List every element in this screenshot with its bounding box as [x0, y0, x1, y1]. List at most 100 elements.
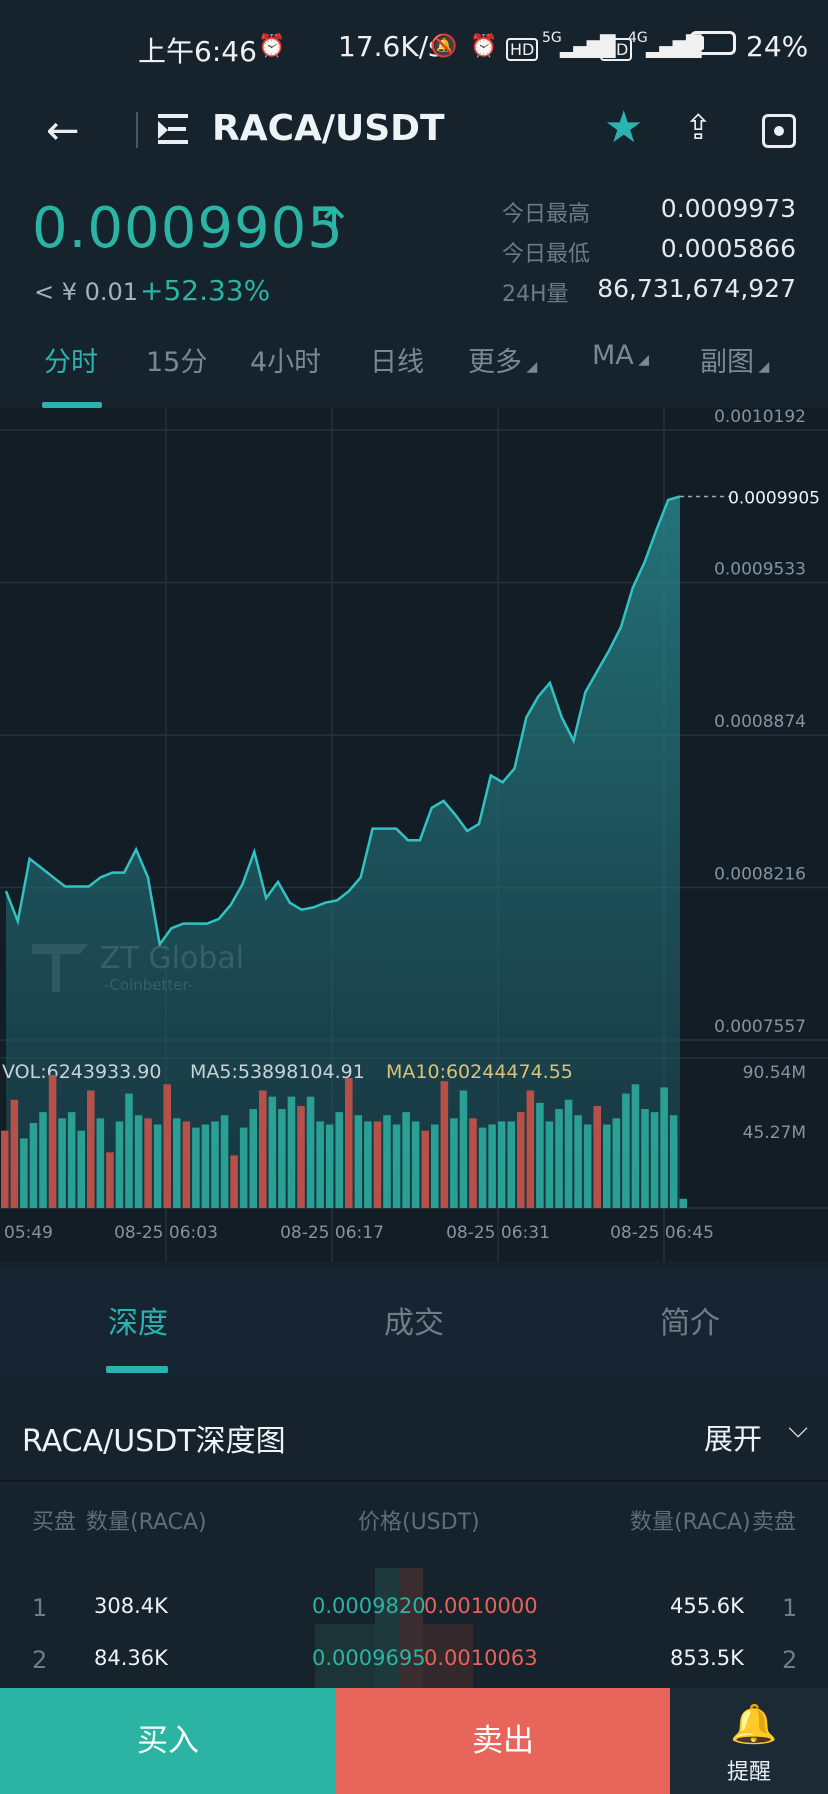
tab-daily[interactable]: 日线	[370, 340, 424, 379]
battery-percent: 24%	[746, 30, 809, 63]
volume-bar	[364, 1121, 372, 1208]
volume-bar	[622, 1093, 630, 1208]
tab-depth[interactable]: 深度	[108, 1298, 168, 1342]
volume-bar	[373, 1121, 382, 1208]
volume-bar	[201, 1124, 210, 1208]
tab-more[interactable]: 更多 ◢	[468, 340, 537, 379]
volume-bar	[459, 1090, 468, 1208]
caret-icon: ◢	[633, 352, 649, 368]
watermark-brand: ZT Global	[100, 941, 244, 976]
volume-bar	[450, 1118, 458, 1208]
volume-bar	[517, 1112, 525, 1208]
volume-bar	[10, 1099, 19, 1208]
volume-bar	[287, 1096, 296, 1208]
col-price: 价格(USDT)	[358, 1510, 480, 1535]
price-axis-label: 0.0010192	[714, 408, 806, 427]
time-axis-label: 05:49	[4, 1223, 53, 1243]
header-divider	[136, 112, 138, 148]
hd-badge: HD	[506, 38, 539, 61]
volume-bar	[268, 1096, 277, 1208]
volume-bar	[192, 1127, 200, 1208]
price-axis-label: 0.0007557	[714, 1017, 806, 1037]
tab-15m[interactable]: 15分	[146, 340, 207, 379]
volume-bar	[641, 1109, 649, 1208]
caret-icon: ◢	[522, 359, 538, 375]
alarm-icon-2: ⏰	[470, 34, 498, 59]
status-net-speed: 17.6K/s	[338, 30, 443, 63]
tab-4h[interactable]: 4小时	[250, 340, 321, 379]
time-axis-label: 08-25 06:17	[280, 1223, 384, 1243]
interval-tabs: 分时 15分 4小时 日线 更多 ◢ MA ◢ 副图 ◢	[0, 336, 828, 408]
expand-button[interactable]: 展开	[704, 1416, 762, 1458]
pair-header: ← RACA/USDT ★ ⇪	[0, 96, 828, 166]
volume-bar	[230, 1155, 238, 1208]
action-bar: 买入 卖出 🔔 提醒	[0, 1688, 828, 1794]
depth-chart-title: RACA/USDT深度图	[22, 1424, 286, 1459]
share-icon[interactable]: ⇪	[684, 108, 713, 148]
pair-title[interactable]: RACA/USDT	[212, 108, 445, 149]
volume-bar	[469, 1118, 477, 1208]
volume-bar	[316, 1121, 324, 1208]
favorite-star-icon[interactable]: ★	[604, 102, 643, 153]
volume-bar	[239, 1127, 248, 1208]
active-detail-tab-underline	[106, 1366, 168, 1373]
pair-menu-icon[interactable]	[158, 112, 192, 148]
tab-timeline[interactable]: 分时	[44, 340, 98, 379]
price-up-arrow-icon: ↑	[314, 198, 355, 254]
volume-bar	[153, 1124, 162, 1208]
volume-bar	[631, 1084, 640, 1208]
sell-button[interactable]: 卖出	[336, 1688, 670, 1794]
stat-high: 今日最高 0.0009973	[502, 194, 796, 227]
volume-bar	[402, 1112, 410, 1208]
ma5-label: MA5:53898104.91	[190, 1061, 365, 1083]
volume-bar	[440, 1081, 449, 1208]
price-area	[6, 496, 680, 1208]
volume-bar	[431, 1124, 439, 1208]
battery-fill	[695, 36, 704, 50]
tab-trades[interactable]: 成交	[384, 1298, 444, 1342]
price-change: +52.33%	[140, 274, 271, 307]
volume-bar	[29, 1122, 38, 1208]
volume-bar	[134, 1115, 143, 1208]
volume-bar	[612, 1118, 621, 1208]
chevron-down-icon[interactable]: ⌵	[788, 1414, 808, 1445]
volume-bar	[583, 1124, 592, 1208]
volume-bar	[526, 1090, 535, 1208]
stat-low: 今日最低 0.0005866	[502, 234, 796, 267]
price-axis-label: 0.0008216	[714, 864, 806, 884]
chart-svg: 0.0009905 0.0010192 0.0009533 0.0008874 0.00…	[0, 408, 828, 1262]
volume-bar	[163, 1084, 171, 1208]
volume-bar	[669, 1115, 678, 1208]
volume-bar	[211, 1121, 219, 1208]
back-arrow-icon[interactable]: ←	[46, 108, 80, 154]
volume-bar	[173, 1118, 181, 1208]
time-axis-label: 08-25 06:03	[114, 1223, 218, 1243]
remind-button[interactable]: 🔔 提醒	[670, 1688, 828, 1794]
volume-bar	[39, 1112, 47, 1208]
status-time: 上午6:46	[138, 35, 257, 68]
col-ask-qty: 数量(RACA)	[630, 1510, 751, 1535]
watermark-sub: -Coinbetter-	[104, 976, 193, 994]
col-bid-qty: 数量(RACA)	[86, 1510, 207, 1535]
volume-bar	[545, 1121, 554, 1208]
last-price: 0.0009905	[32, 196, 344, 261]
caret-icon: ◢	[754, 359, 770, 375]
time-axis-label: 08-25 06:31	[446, 1223, 550, 1243]
col-bid: 买盘	[32, 1510, 77, 1535]
orderbook-header: 买盘 数量(RACA) 价格(USDT) 数量(RACA) 卖盘	[0, 1480, 828, 1554]
volume-bar	[96, 1118, 105, 1208]
orderbook-rows: 1 308.4K 0.0009820 0.0010000 455.6K 1 2 …	[0, 1554, 828, 1688]
tab-intro[interactable]: 简介	[660, 1298, 720, 1342]
volume-bar	[259, 1090, 267, 1208]
tab-sub-chart[interactable]: 副图 ◢	[700, 340, 769, 379]
price-chart[interactable]: 0.0009905 0.0010192 0.0009533 0.0008874 0.00…	[0, 408, 828, 1262]
buy-button[interactable]: 买入	[0, 1688, 336, 1794]
volume-bar	[335, 1112, 343, 1208]
orderbook-row[interactable]: 1 308.4K 0.0009820 0.0010000 455.6K 1	[0, 1584, 828, 1636]
volume-bar	[497, 1121, 506, 1208]
volume-bar	[383, 1115, 391, 1208]
screenshot-icon[interactable]	[762, 114, 796, 148]
orderbook-row[interactable]: 2 84.36K 0.0009695 0.0010063 853.5K 2	[0, 1636, 828, 1688]
tab-ma[interactable]: MA ◢	[592, 340, 649, 371]
volume-bar	[564, 1099, 573, 1208]
